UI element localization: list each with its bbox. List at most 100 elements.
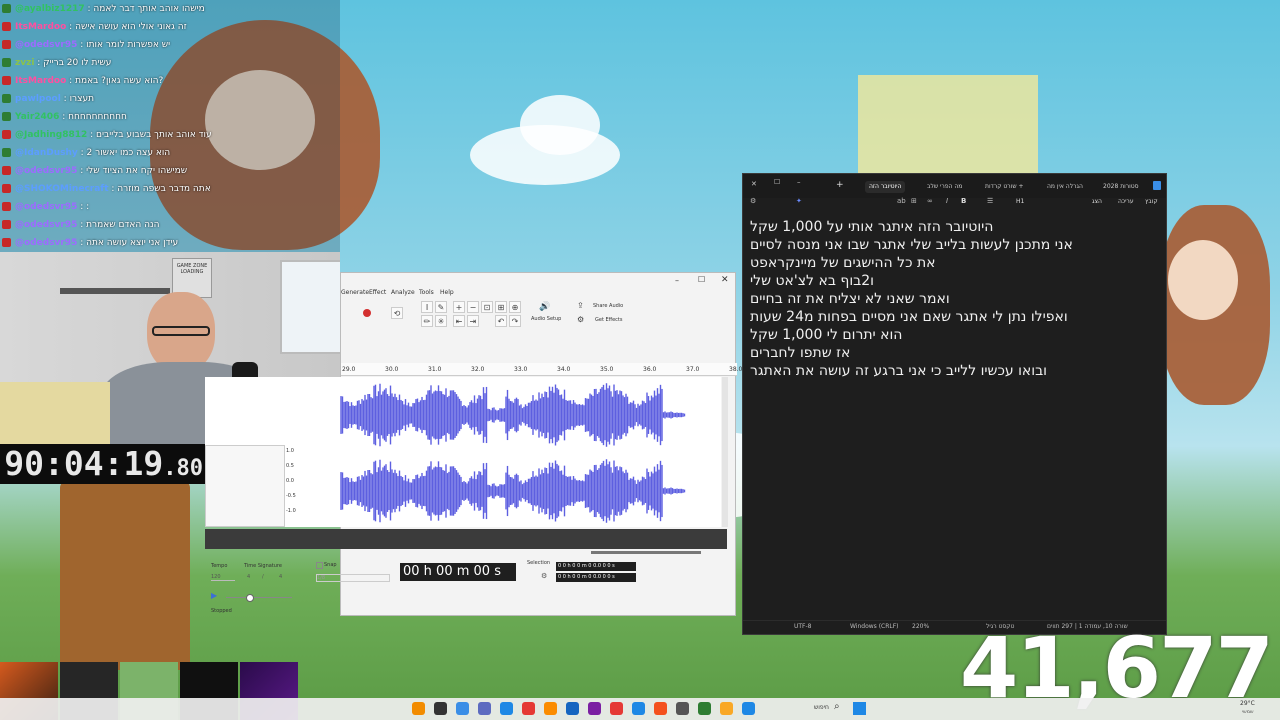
timeline-ruler[interactable] [341, 363, 737, 376]
chat-badge-icon [2, 22, 11, 31]
tab-1[interactable]: סטורות 2028 [1099, 181, 1143, 193]
tab-2[interactable]: הגרלה אין מה [1043, 181, 1087, 193]
get-effects-button[interactable]: Get Effects [595, 317, 623, 323]
chat-message: @odedsvr95 : עידן אני יוצא עושה אתה [2, 234, 178, 252]
taskbar-app-icon[interactable] [434, 702, 447, 715]
audio-setup-button[interactable]: Audio Setup [531, 316, 561, 322]
menu-help[interactable]: Help [440, 289, 454, 296]
taskbar-app-icon[interactable] [522, 702, 535, 715]
tempo-input[interactable]: 120 [211, 574, 235, 581]
start-button[interactable] [853, 702, 866, 715]
menu-file[interactable]: קובץ [1145, 198, 1158, 205]
weather-temp[interactable]: 29°C [1240, 700, 1255, 707]
menu-edit[interactable]: עריכה [1118, 198, 1134, 205]
maximize-button[interactable]: ☐ [698, 275, 705, 284]
taskbar-app-icon[interactable] [720, 702, 733, 715]
taskbar-app-icon[interactable] [566, 702, 579, 715]
time-signature-denominator[interactable]: 4 [279, 574, 282, 580]
menu-analyze[interactable]: Analyze [391, 289, 415, 296]
link-icon[interactable]: ∞ [927, 197, 933, 205]
close-button[interactable]: ✕ [721, 275, 729, 285]
table-icon[interactable]: ⊞ [911, 197, 917, 205]
taskbar-app-icon[interactable] [478, 702, 491, 715]
ruler-tick-label: 33.0 [514, 366, 528, 373]
zoom-toggle-button[interactable]: ⊕ [509, 301, 521, 313]
silence-button[interactable]: ⇥ [467, 315, 479, 327]
list-icon[interactable]: ☰ [987, 197, 993, 205]
search-icon[interactable]: ⌕ [834, 701, 840, 712]
chat-badge-icon [2, 112, 11, 121]
taskbar-app-icon[interactable] [588, 702, 601, 715]
chat-username: @SHOKOMinecraft [15, 184, 109, 194]
envelope-tool-button[interactable]: ✎ [435, 301, 447, 313]
notepad-window: ✕ ☐ – + סטורות 2028 הגרלה אין מה שורט קר… [742, 173, 1167, 635]
italic-button[interactable]: I [946, 197, 948, 205]
chat-text: : אתה מדבר בשפה מוזרה [108, 184, 211, 194]
chat-username: Yair2406 [15, 112, 60, 122]
spellcheck-icon[interactable]: ab [897, 197, 906, 205]
loop-button[interactable]: ⟲ [391, 307, 403, 319]
tab-active[interactable]: היוטיובר הזה [865, 181, 906, 193]
taskbar-app-icon[interactable] [500, 702, 513, 715]
playback-speed-thumb[interactable] [246, 594, 254, 602]
taskbar-app-icon[interactable] [456, 702, 469, 715]
taskbar-app-icon[interactable] [654, 702, 667, 715]
track-controls[interactable] [205, 445, 285, 527]
editor-line: היוטיובר הזה איתגר אותי על 1,000 שקל [750, 219, 994, 235]
multi-tool-button[interactable]: ✳ [435, 315, 447, 327]
selection-start-field[interactable]: 0 0 h 0 0 m 0 0.0 0 0 s [556, 562, 636, 571]
share-audio-button[interactable]: Share Audio [593, 303, 623, 309]
fit-selection-button[interactable]: ⊡ [481, 301, 493, 313]
time-signature-numerator[interactable]: 4 [247, 574, 250, 580]
time-display[interactable]: 00 h 00 m 00 s [400, 563, 516, 581]
fit-project-button[interactable]: ⊞ [495, 301, 507, 313]
menu-view[interactable]: הצג [1092, 198, 1102, 205]
tab-3[interactable]: שורט קרדות + [981, 181, 1028, 193]
chat-overlay: @ayalbiz1217 : מישהו אוהב אותך דבר לאמה I… [0, 0, 340, 252]
zoom-in-button[interactable]: + [453, 301, 465, 313]
bold-button[interactable]: B [961, 197, 966, 205]
snap-select[interactable]: 1/8 [316, 574, 390, 582]
heading-button[interactable]: H1 [1016, 198, 1024, 205]
menu-tools[interactable]: Tools [419, 289, 434, 296]
amplitude-scale-label: 0.5 [286, 463, 294, 469]
chat-message: Yair2406 : חחחחחחחחחח [2, 108, 127, 126]
vertical-scrollbar[interactable] [722, 377, 728, 527]
amplitude-scale-label: -0.5 [286, 493, 296, 499]
snap-checkbox[interactable] [316, 562, 323, 569]
undo-button[interactable]: ↶ [495, 315, 507, 327]
play-at-speed-button[interactable]: ▶ [211, 591, 217, 600]
tab-4[interactable]: מה הפרי שלב [923, 181, 966, 193]
menu-generate[interactable]: Generate [341, 289, 369, 296]
playback-speed-slider[interactable] [226, 597, 292, 598]
copilot-icon[interactable]: ✦ [796, 197, 802, 205]
taskbar-app-icon[interactable] [698, 702, 711, 715]
draw-tool-button[interactable]: ✏ [421, 315, 433, 327]
editor-line: ואמר שאני לא יצליח את זה בחיים [750, 291, 950, 307]
taskbar-app-icon[interactable] [544, 702, 557, 715]
selection-end-field[interactable]: 0 0 h 0 0 m 0 0.0 0 0 s [556, 573, 636, 582]
taskbar-app-icon[interactable] [632, 702, 645, 715]
settings-icon[interactable]: ⚙ [750, 197, 756, 205]
taskbar-app-icon[interactable] [412, 702, 425, 715]
taskbar-app-icon[interactable] [742, 702, 755, 715]
audio-setup-icon[interactable]: 🔊 [539, 302, 550, 312]
minimize-button[interactable]: – [675, 276, 679, 285]
taskbar-app-icon[interactable] [676, 702, 689, 715]
waveform[interactable] [297, 377, 717, 527]
close-button[interactable]: ✕ [751, 180, 757, 188]
taskbar-app-icon[interactable] [610, 702, 623, 715]
zoom-out-button[interactable]: − [467, 301, 479, 313]
new-tab-button[interactable]: + [836, 180, 844, 190]
taskbar-search[interactable]: חיפוש [814, 704, 829, 711]
maximize-button[interactable]: ☐ [774, 178, 780, 186]
chat-text: : מישהו אוהב אותך דבר לאמה [84, 4, 205, 14]
menu-effect[interactable]: Effect [369, 289, 386, 296]
redo-button[interactable]: ↷ [509, 315, 521, 327]
minimize-button[interactable]: – [797, 178, 801, 186]
selection-tool-button[interactable]: I [421, 301, 433, 313]
record-button[interactable] [361, 307, 373, 319]
selection-settings-icon[interactable]: ⚙ [541, 572, 547, 580]
chat-text: : הוא עשה גאון? באמת? [66, 76, 164, 86]
trim-button[interactable]: ⇤ [453, 315, 465, 327]
